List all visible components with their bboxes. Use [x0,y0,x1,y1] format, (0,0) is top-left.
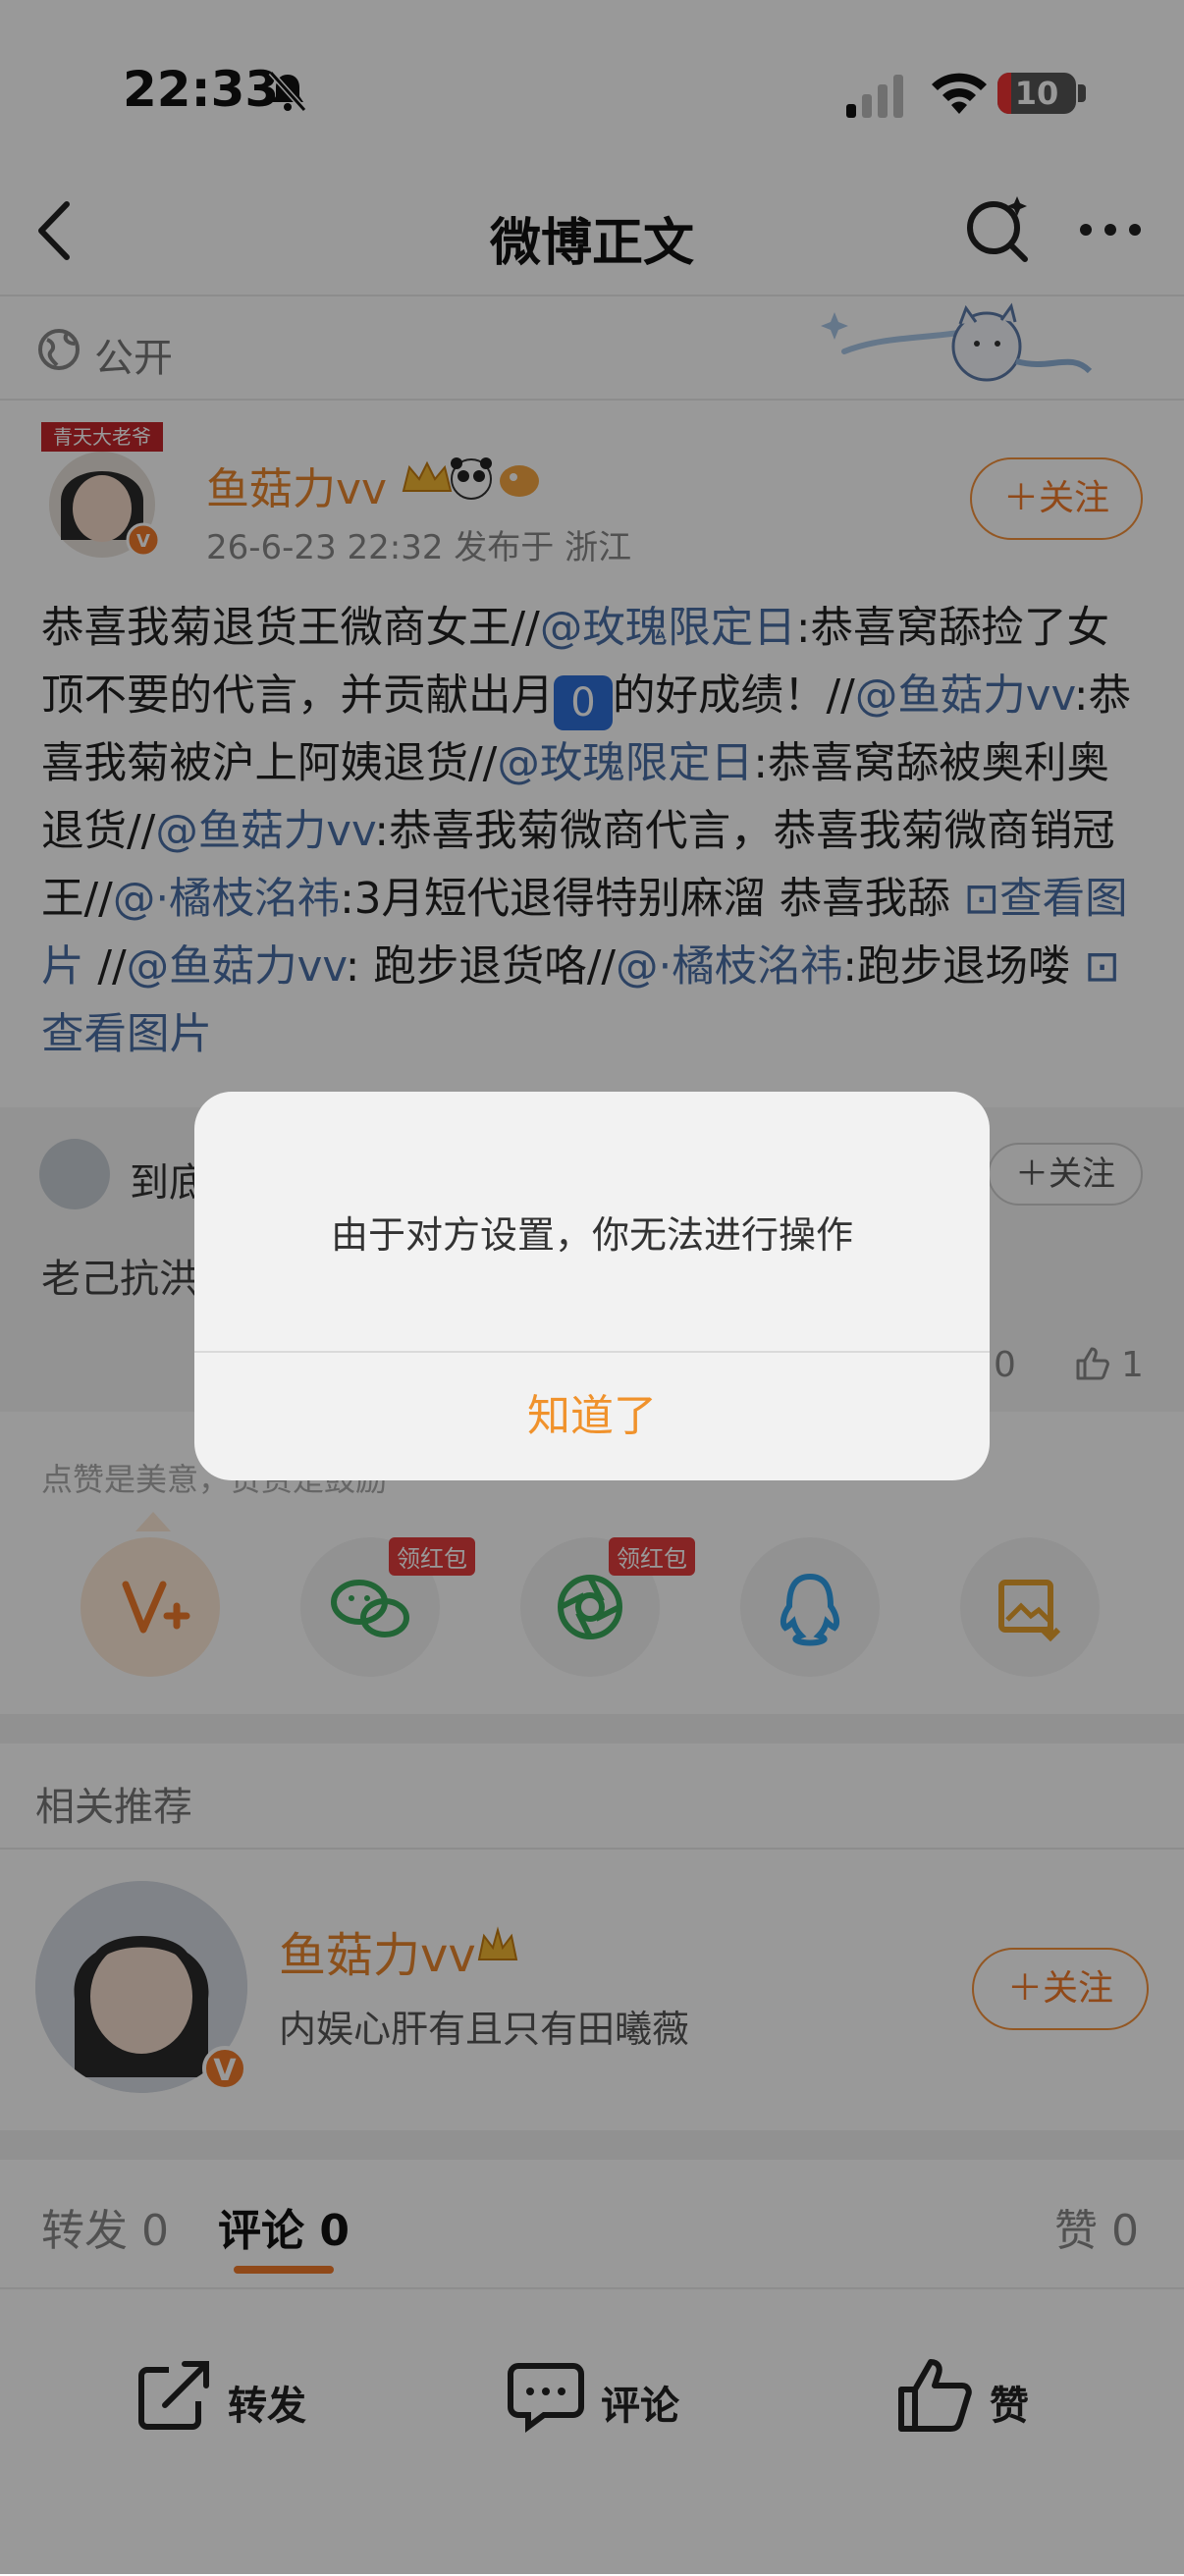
dialog-ok-button[interactable]: 知道了 [194,1353,990,1480]
alert-dialog: 由于对方设置，你无法进行操作 知道了 [194,1092,990,1480]
dialog-message: 由于对方设置，你无法进行操作 [330,1213,853,1257]
